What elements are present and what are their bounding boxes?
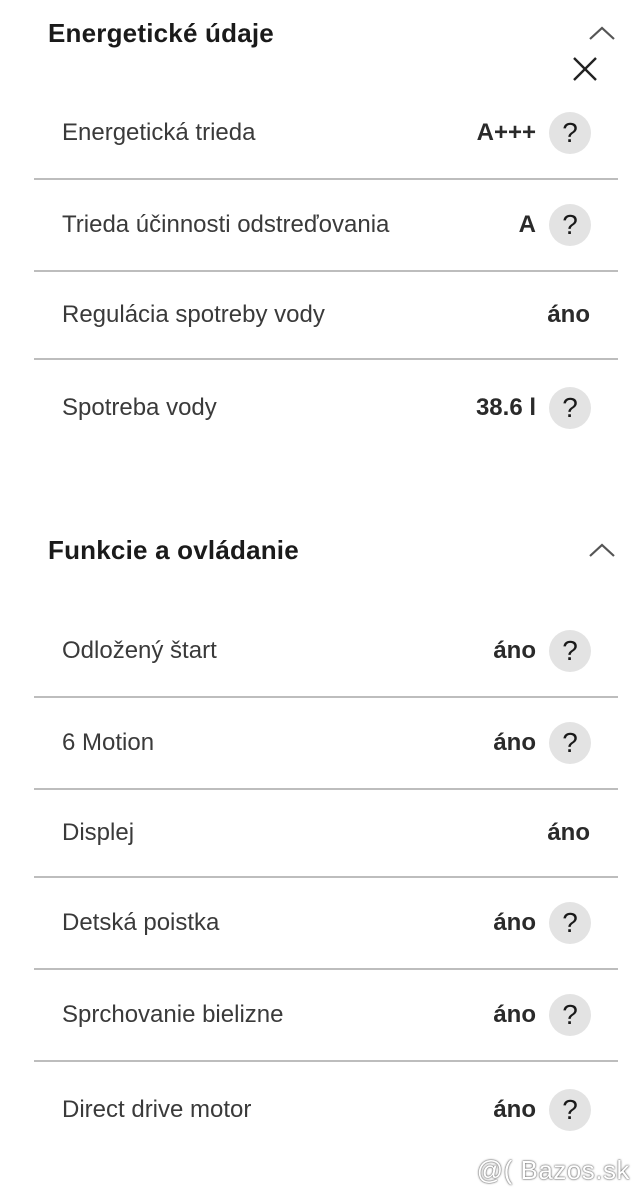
spec-row: Regulácia spotreby vody áno xyxy=(34,272,618,360)
spec-value: A+++ xyxy=(476,119,536,146)
help-icon[interactable]: ? xyxy=(549,112,591,154)
watermark-logo: @( Bazos.sk xyxy=(476,1155,630,1185)
section-header-energy: Energetické údaje xyxy=(48,13,616,53)
spec-label: Regulácia spotreby vody xyxy=(62,301,325,328)
spec-row: Sprchovanie bielizne áno ? xyxy=(34,970,618,1062)
spec-row: Displej áno xyxy=(34,790,618,878)
spec-row: Odložený štart áno ? xyxy=(34,606,618,698)
help-icon[interactable]: ? xyxy=(549,994,591,1036)
help-icon[interactable]: ? xyxy=(549,722,591,764)
spec-label: Trieda účinnosti odstreďovania xyxy=(62,211,390,238)
spec-row: Spotreba vody 38.6 l ? xyxy=(34,360,618,456)
chevron-up-icon[interactable] xyxy=(588,536,616,564)
spec-value: A xyxy=(518,211,536,238)
spec-value: áno xyxy=(493,637,536,664)
spec-label: Direct drive motor xyxy=(62,1096,252,1123)
spec-value: áno xyxy=(493,909,536,936)
functions-rows: Odložený štart áno ? 6 Motion áno ? Disp… xyxy=(34,606,618,1158)
help-icon[interactable]: ? xyxy=(549,902,591,944)
spec-row: Detská poistka áno ? xyxy=(34,878,618,970)
spec-label: Spotreba vody xyxy=(62,394,217,421)
close-icon[interactable] xyxy=(570,54,600,84)
spec-row: Trieda účinnosti odstreďovania A ? xyxy=(34,180,618,272)
spec-label: 6 Motion xyxy=(62,729,155,756)
chevron-up-icon[interactable] xyxy=(588,19,616,47)
energy-rows: Energetická trieda A+++ ? Trieda účinnos… xyxy=(34,88,618,456)
section-title: Funkcie a ovládanie xyxy=(48,534,299,565)
help-icon[interactable]: ? xyxy=(549,1089,591,1131)
section-header-functions: Funkcie a ovládanie xyxy=(48,530,616,570)
spec-label: Sprchovanie bielizne xyxy=(62,1001,284,1028)
spec-label: Energetická trieda xyxy=(62,119,256,146)
spec-value: áno xyxy=(493,1001,536,1028)
spec-label: Displej xyxy=(62,819,135,846)
help-icon[interactable]: ? xyxy=(549,387,591,429)
spec-value: áno xyxy=(547,301,590,328)
spec-label: Odložený štart xyxy=(62,637,217,664)
spec-value: áno xyxy=(493,1096,536,1123)
spec-label: Detská poistka xyxy=(62,909,220,936)
spec-row: 6 Motion áno ? xyxy=(34,698,618,790)
spec-value: 38.6 l xyxy=(475,394,536,421)
spec-row: Energetická trieda A+++ ? xyxy=(34,88,618,180)
spec-row: Direct drive motor áno ? xyxy=(34,1062,618,1158)
help-icon[interactable]: ? xyxy=(549,630,591,672)
spec-value: áno xyxy=(493,729,536,756)
help-icon[interactable]: ? xyxy=(549,204,591,246)
section-title: Energetické údaje xyxy=(48,17,274,48)
spec-value: áno xyxy=(547,819,590,846)
